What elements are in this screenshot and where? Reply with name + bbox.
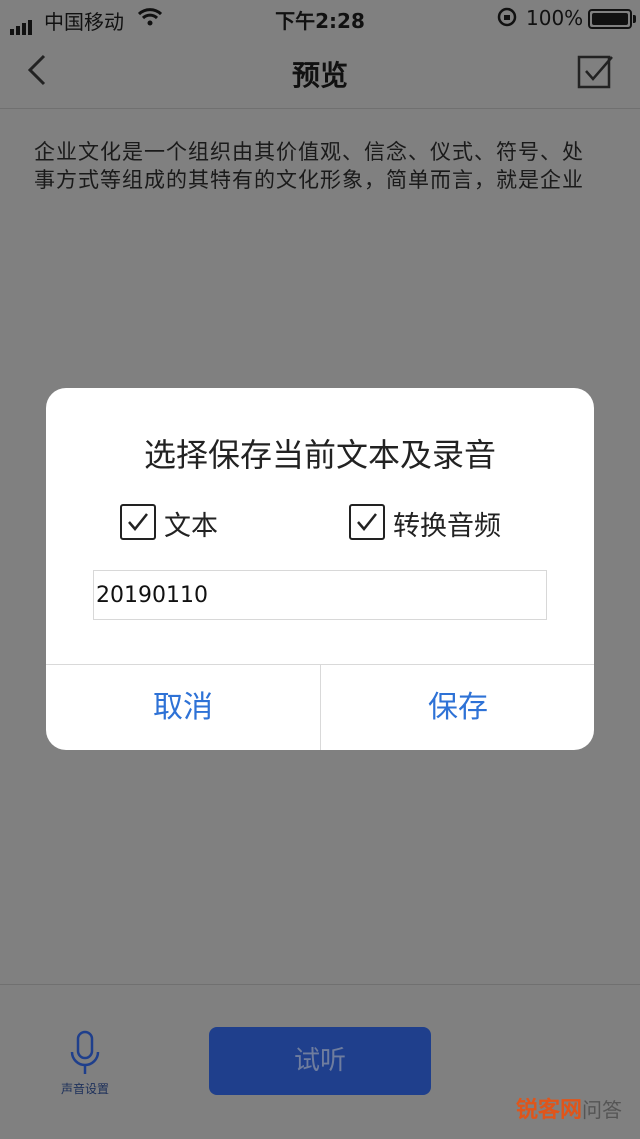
preview-text-line: 事方式等组成的其特有的文化形象，简单而言，就是企业 <box>34 168 584 192</box>
listen-button[interactable]: 试听 <box>209 1027 431 1095</box>
status-bar: 中国移动 下午2:28 100% <box>0 0 640 36</box>
cancel-button[interactable]: 取消 <box>46 665 320 750</box>
watermark: 锐客网问答 <box>516 1092 622 1124</box>
option-audio-label: 转换音频 <box>393 511 501 542</box>
page-title: 预览 <box>291 59 348 92</box>
save-button[interactable]: 保存 <box>321 665 594 750</box>
option-audio-checkbox[interactable]: 转换音频 <box>349 504 519 542</box>
microphone-icon <box>70 1030 100 1074</box>
preview-text-line: 企业文化是一个组织由其价值观、信念、仪式、符号、处 <box>34 140 584 164</box>
preview-text: 企业文化是一个组织由其价值观、信念、仪式、符号、处 事方式等组成的其特有的文化形… <box>34 138 606 194</box>
checkbox-confirm-icon[interactable] <box>576 54 614 92</box>
option-text-checkbox[interactable]: 文本 <box>120 504 230 542</box>
battery-icon <box>588 9 636 29</box>
option-text-label: 文本 <box>164 511 218 542</box>
watermark-brand: 锐客网 <box>516 1098 583 1123</box>
checkbox-icon[interactable] <box>120 504 156 540</box>
checkbox-icon[interactable] <box>349 504 385 540</box>
rotation-lock-icon <box>497 7 517 27</box>
voice-settings-button[interactable]: 声音设置 <box>50 1030 120 1097</box>
filename-input[interactable] <box>93 570 547 620</box>
nav-bar: 预览 <box>0 36 640 109</box>
watermark-sub: 问答 <box>582 1098 623 1122</box>
battery-percent: 100% <box>526 6 584 30</box>
save-dialog: 选择保存当前文本及录音 文本 转换音频 取消 保存 <box>46 388 594 750</box>
voice-settings-label: 声音设置 <box>60 1082 109 1096</box>
dialog-title: 选择保存当前文本及录音 <box>143 436 496 474</box>
